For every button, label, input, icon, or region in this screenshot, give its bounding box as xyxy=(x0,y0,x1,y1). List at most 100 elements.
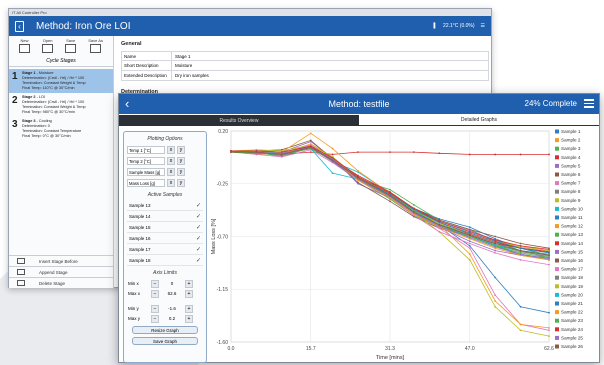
back-button[interactable]: ‹ xyxy=(15,20,24,32)
field-row: Extended Description Dry iron samples xyxy=(121,71,489,81)
y-axis-toggle[interactable]: y xyxy=(177,179,185,187)
legend-label[interactable]: Sample 12 xyxy=(561,224,583,229)
legend-label[interactable]: Sample 8 xyxy=(561,189,581,194)
legend-label[interactable]: Sample 10 xyxy=(561,206,583,211)
legend-label[interactable]: Sample 6 xyxy=(561,172,581,177)
y-axis-toggle[interactable]: y xyxy=(177,168,185,176)
active-sample-row[interactable]: Sample 13 ✓ xyxy=(127,201,203,211)
stage-item[interactable]: 2 Stage 2 - LOI Determination: (Crstl - Hr… xyxy=(9,93,113,117)
legend-label[interactable]: Sample 7 xyxy=(561,181,581,186)
legend-label[interactable]: Sample 17 xyxy=(561,267,583,272)
increment-button[interactable]: + xyxy=(185,314,193,323)
data-point xyxy=(468,240,471,243)
decrement-button[interactable]: − xyxy=(151,304,159,313)
checkmark-icon[interactable]: ✓ xyxy=(196,257,201,264)
active-sample-row[interactable]: Sample 15 ✓ xyxy=(127,223,203,233)
new-button[interactable]: New xyxy=(19,38,31,53)
field-value[interactable]: Dry iron samples xyxy=(172,73,209,78)
append-icon xyxy=(17,269,25,275)
legend-label[interactable]: Sample 15 xyxy=(561,249,583,254)
save-button[interactable]: Save xyxy=(65,38,77,53)
legend-label[interactable]: Sample 4 xyxy=(561,155,581,160)
x-axis-toggle[interactable]: x xyxy=(167,157,175,165)
increment-button[interactable]: + xyxy=(185,279,193,288)
checkmark-icon[interactable]: ✓ xyxy=(196,224,201,231)
field-value[interactable]: Moisture xyxy=(172,63,192,68)
decrement-button[interactable]: − xyxy=(151,314,159,323)
legend-label[interactable]: Sample 11 xyxy=(561,215,583,220)
data-point xyxy=(494,242,497,245)
field-key: Short Description xyxy=(122,61,172,70)
legend-label[interactable]: Sample 1 xyxy=(561,129,581,134)
data-point xyxy=(519,253,522,255)
status-text: 22.1°C (0.0%) xyxy=(443,23,475,29)
checkmark-icon[interactable]: ✓ xyxy=(196,213,201,220)
axis-limit-value[interactable]: -1.6 xyxy=(162,305,182,313)
legend-label[interactable]: Sample 13 xyxy=(561,232,583,237)
data-point xyxy=(309,139,312,142)
legend-label[interactable]: Sample 5 xyxy=(561,163,581,168)
open-button[interactable]: Open xyxy=(42,38,54,53)
increment-button[interactable]: + xyxy=(185,304,193,313)
axis-limit-value[interactable]: 62.6 xyxy=(162,290,182,298)
legend-label[interactable]: Sample 14 xyxy=(561,241,583,246)
legend-label[interactable]: Sample 23 xyxy=(561,318,583,323)
plot-option-label[interactable]: Temp 1 [°C] xyxy=(127,146,165,154)
save-as-button[interactable]: Save As xyxy=(88,38,103,53)
tab-results-overview[interactable]: Results Overview xyxy=(119,115,359,126)
y-axis-toggle[interactable]: y xyxy=(177,146,185,154)
legend-label[interactable]: Sample 20 xyxy=(561,292,583,297)
save-as-icon xyxy=(90,44,102,53)
data-point xyxy=(548,257,550,260)
x-axis-toggle[interactable]: x xyxy=(167,146,175,154)
legend-label[interactable]: Sample 26 xyxy=(561,344,583,349)
checkmark-icon[interactable]: ✓ xyxy=(196,246,201,253)
stage-item[interactable]: 3 Stage 3 - Cooling Determination: 0 Termin… xyxy=(9,117,113,141)
field-key: Name xyxy=(122,52,172,60)
legend-label[interactable]: Sample 18 xyxy=(561,275,583,280)
resize-graph-button[interactable]: Resize Graph xyxy=(132,326,198,334)
legend-label[interactable]: Sample 2 xyxy=(561,138,581,143)
legend-label[interactable]: Sample 21 xyxy=(561,301,583,306)
increment-button[interactable]: + xyxy=(185,289,193,298)
stage-detail-line: Final Temp: 0°C @ 30°C/min xyxy=(22,134,71,138)
stages-sidebar: New Open Save Save As Cycle Stages 1 Stag… xyxy=(9,36,114,288)
plot-option-label[interactable]: Temp 2 [°C] xyxy=(127,157,165,165)
legend-label[interactable]: Sample 16 xyxy=(561,258,583,263)
active-sample-row[interactable]: Sample 17 ✓ xyxy=(127,245,203,255)
legend-label[interactable]: Sample 3 xyxy=(561,146,581,151)
field-value[interactable]: Stage 1 xyxy=(172,54,191,59)
delete-stage-button[interactable]: Delete Stage xyxy=(9,277,114,288)
plot-option-label[interactable]: Sample Mass [g] xyxy=(127,168,165,176)
legend-label[interactable]: Sample 9 xyxy=(561,198,581,203)
legend-label[interactable]: Sample 22 xyxy=(561,310,583,315)
legend-label[interactable]: Sample 24 xyxy=(561,327,583,332)
checkmark-icon[interactable]: ✓ xyxy=(196,202,201,209)
back-arrow-icon[interactable]: ‹ xyxy=(125,97,129,110)
append-stage-button[interactable]: Append Stage xyxy=(9,266,114,277)
hamburger-menu-icon[interactable] xyxy=(584,99,594,108)
stage-body: Stage 3 - Cooling Determination: 0 Termina… xyxy=(22,119,81,139)
data-point xyxy=(468,236,471,239)
legend-label[interactable]: Sample 25 xyxy=(561,335,583,340)
save-graph-button[interactable]: Save Graph xyxy=(132,337,198,345)
menu-icon[interactable]: ☰ xyxy=(481,23,485,29)
decrement-button[interactable]: − xyxy=(151,279,159,288)
legend-swatch xyxy=(555,301,559,306)
tab-detailed-graphs[interactable]: Detailed Graphs xyxy=(359,115,599,126)
x-axis-toggle[interactable]: x xyxy=(167,168,175,176)
x-axis-toggle[interactable]: x xyxy=(167,179,175,187)
active-sample-row[interactable]: Sample 18 ✓ xyxy=(127,256,203,266)
checkmark-icon[interactable]: ✓ xyxy=(196,235,201,242)
insert-stage-button[interactable]: Insert Stage Before xyxy=(9,255,114,266)
save-label: Save xyxy=(66,38,76,43)
axis-limit-value[interactable]: 0.2 xyxy=(162,315,182,323)
active-sample-row[interactable]: Sample 16 ✓ xyxy=(127,234,203,244)
active-sample-row[interactable]: Sample 14 ✓ xyxy=(127,212,203,222)
stage-item[interactable]: 1 Stage 1 - Moisture Determination: (Crstl… xyxy=(9,69,113,93)
plot-option-label[interactable]: Mass Loss [g] xyxy=(127,179,165,187)
y-axis-toggle[interactable]: y xyxy=(177,157,185,165)
axis-limit-value[interactable]: 0 xyxy=(162,280,182,288)
decrement-button[interactable]: − xyxy=(151,289,159,298)
legend-label[interactable]: Sample 19 xyxy=(561,284,583,289)
